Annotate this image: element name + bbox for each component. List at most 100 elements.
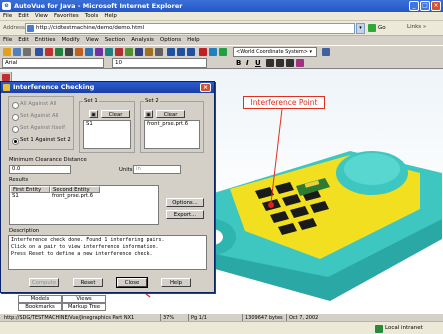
align-center-icon[interactable]: [276, 59, 284, 67]
app-menu-view[interactable]: View: [83, 36, 102, 45]
save-icon[interactable]: [13, 48, 21, 56]
app-menu-modify[interactable]: Modify: [58, 36, 82, 45]
tab-models[interactable]: Models: [18, 295, 62, 303]
dialog-title-bar[interactable]: Interference Checking: [1, 82, 214, 93]
radio-set1-against-set2[interactable]: Set 1 Against Set 2: [12, 137, 71, 145]
view-side-icon[interactable]: [187, 48, 195, 56]
menu-file[interactable]: File: [0, 12, 15, 21]
align-right-icon[interactable]: [286, 59, 294, 67]
interference-point-label: Interference Point: [243, 96, 325, 109]
results-label: Results: [9, 177, 29, 183]
set1-select-icon[interactable]: ▣: [89, 110, 98, 118]
set2-list[interactable]: front_prse.prt.6: [144, 120, 200, 149]
results-table[interactable]: First Entity Second Entity S1 front_prse…: [9, 185, 159, 225]
compute-button[interactable]: Compute: [29, 278, 59, 287]
go-arrow-icon: [368, 23, 376, 32]
browser-title-bar: AutoVue for Java - Microsoft Internet Ex…: [0, 0, 443, 12]
min-clearance-input[interactable]: 0.0: [9, 165, 71, 174]
underline-button[interactable]: U: [255, 58, 261, 68]
app-menu-options[interactable]: Options: [157, 36, 184, 45]
dialog-close-button[interactable]: ×: [200, 83, 211, 92]
markup-pen-icon[interactable]: [2, 74, 10, 81]
format-toolbar: Arial 10 B I U: [0, 57, 443, 69]
explode-icon[interactable]: [125, 48, 133, 56]
app-menu-bar: File Edit Entities Modify View Section Analysi…: [0, 36, 443, 45]
rotate-icon[interactable]: [65, 48, 73, 56]
arrow-icon[interactable]: [35, 48, 43, 56]
close-window-icon[interactable]: ×: [431, 1, 441, 11]
set2-clear-button[interactable]: Clear: [156, 110, 185, 118]
zoom-icon[interactable]: [45, 48, 53, 56]
export-button[interactable]: Export...: [166, 210, 204, 219]
red-tool-icon[interactable]: [199, 48, 207, 56]
menu-help[interactable]: Help: [101, 12, 120, 21]
settings-icon[interactable]: [155, 48, 163, 56]
app-menu-entities[interactable]: Entities: [32, 36, 59, 45]
radio-set-against-itself[interactable]: Set Against Itself: [12, 125, 65, 133]
font-size-select[interactable]: 10: [112, 58, 207, 68]
reset-button[interactable]: Reset: [73, 278, 103, 287]
set1-list[interactable]: S1: [83, 120, 131, 149]
menu-favorites[interactable]: Favorites: [51, 12, 82, 21]
menu-tools[interactable]: Tools: [82, 12, 102, 21]
color-icon[interactable]: [296, 59, 304, 67]
units-select[interactable]: in: [133, 165, 181, 174]
address-dropdown-icon[interactable]: ▾: [356, 23, 365, 34]
layers-icon[interactable]: [105, 48, 113, 56]
results-header-first[interactable]: First Entity: [10, 186, 50, 193]
menu-edit[interactable]: Edit: [15, 12, 32, 21]
render-icon[interactable]: [135, 48, 143, 56]
tab-markup-tree[interactable]: Markup Tree: [62, 303, 106, 311]
maximize-icon[interactable]: □: [420, 1, 430, 11]
font-size-value: 10: [115, 60, 122, 66]
menu-view[interactable]: View: [32, 12, 51, 21]
pan-icon[interactable]: [55, 48, 63, 56]
tab-views[interactable]: Views: [62, 295, 106, 303]
measure-icon[interactable]: [75, 48, 83, 56]
open-icon[interactable]: [3, 48, 11, 56]
radio-all-against-all[interactable]: All Against All: [12, 101, 56, 109]
axis-icon[interactable]: [219, 48, 227, 56]
light-icon[interactable]: [145, 48, 153, 56]
app-menu-help[interactable]: Help: [184, 36, 203, 45]
set2-select-icon[interactable]: ▣: [144, 110, 153, 118]
bold-button[interactable]: B: [236, 58, 241, 68]
markup-icon[interactable]: [95, 48, 103, 56]
set1-clear-button[interactable]: Clear: [101, 110, 130, 118]
align-left-icon[interactable]: [266, 59, 274, 67]
blue-tool-icon[interactable]: [209, 48, 217, 56]
tab-bookmarks[interactable]: Bookmarks: [18, 303, 62, 311]
close-button[interactable]: Close: [116, 277, 148, 288]
app-menu-section[interactable]: Section: [102, 36, 128, 45]
address-input[interactable]: http://cidtestmachine/demo/demo.html: [25, 23, 355, 34]
help-button[interactable]: Help: [161, 278, 191, 287]
fit-icon[interactable]: [85, 48, 93, 56]
minimize-icon[interactable]: _: [409, 1, 419, 11]
description-label: Description: [9, 228, 40, 234]
app-menu-edit[interactable]: Edit: [15, 36, 32, 45]
radio-set-against-all[interactable]: Set Against All: [12, 113, 59, 121]
view-top-icon[interactable]: [177, 48, 185, 56]
set2-item[interactable]: front_prse.prt.6: [147, 121, 188, 127]
status-zone: Local intranet: [385, 325, 423, 331]
app-menu-file[interactable]: File: [0, 36, 15, 45]
results-cell-first[interactable]: S1: [10, 193, 50, 200]
intranet-icon: [375, 325, 383, 333]
set1-item[interactable]: S1: [86, 121, 93, 127]
font-name-select[interactable]: Arial: [2, 58, 104, 68]
model-dome-top: [344, 153, 400, 185]
results-header-second[interactable]: Second Entity: [50, 186, 100, 193]
view-front-icon[interactable]: [167, 48, 175, 56]
links-button[interactable]: Links »: [407, 24, 426, 30]
cs-tool-icon[interactable]: [322, 48, 330, 56]
ie-logo-icon: e: [2, 2, 11, 10]
browser-menu-bar: File Edit View Favorites Tools Help: [0, 12, 443, 21]
options-button[interactable]: Options...: [166, 198, 204, 207]
results-cell-second[interactable]: front_prse.prt.6: [50, 193, 110, 200]
print-icon[interactable]: [23, 48, 31, 56]
section-icon[interactable]: [115, 48, 123, 56]
coordinate-system-select[interactable]: <World Coordinate System> ▾: [233, 47, 317, 57]
italic-button[interactable]: I: [246, 58, 249, 68]
go-button[interactable]: Go: [368, 23, 392, 34]
app-menu-analysis[interactable]: Analysis: [128, 36, 157, 45]
